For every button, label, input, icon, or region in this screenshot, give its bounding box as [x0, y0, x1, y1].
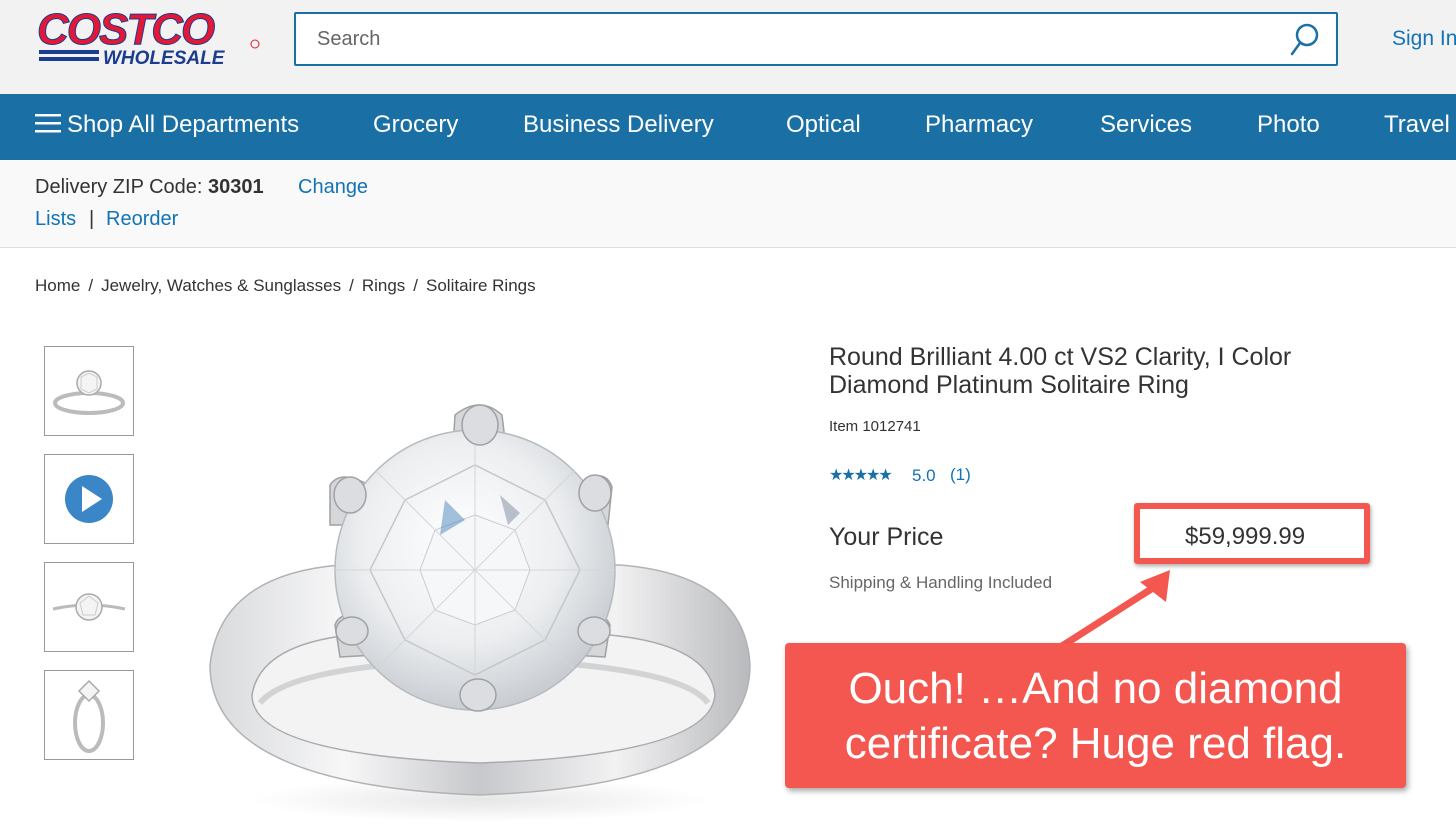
- ring-front-image: [53, 370, 125, 415]
- breadcrumb-rings[interactable]: Rings: [362, 276, 405, 295]
- breadcrumb-separator: /: [88, 276, 94, 295]
- nav-label: Shop All Departments: [67, 111, 300, 138]
- breadcrumb-separator: /: [413, 276, 419, 295]
- search-button[interactable]: [1288, 22, 1322, 58]
- callout-line-2: certificate? Huge red flag.: [844, 719, 1347, 768]
- nav-photo[interactable]: Photo: [1257, 111, 1320, 139]
- logo-costco-text: COSTCO: [37, 6, 215, 54]
- diamond-ring-image: [209, 404, 751, 822]
- product-title: Round Brilliant 4.00 ct VS2 Clarity, I C…: [829, 343, 1292, 399]
- breadcrumb-solitaire-rings[interactable]: Solitaire Rings: [426, 276, 536, 295]
- delivery-bar: Delivery ZIP Code: 30301 Change Lists | …: [0, 160, 1456, 248]
- nav-optical[interactable]: Optical: [786, 111, 861, 139]
- item-number: Item 1012741: [829, 418, 921, 435]
- play-icon: [65, 475, 113, 523]
- breadcrumb-home[interactable]: Home: [35, 276, 80, 295]
- ring-side-image: [73, 679, 105, 753]
- nav-pharmacy[interactable]: Pharmacy: [925, 111, 1033, 139]
- product-main-image[interactable]: [190, 395, 770, 830]
- change-zip-link[interactable]: Change: [298, 176, 368, 199]
- breadcrumb-separator: /: [349, 276, 354, 295]
- price-label: Your Price: [829, 523, 944, 551]
- breadcrumb: Home / Jewelry, Watches & Sunglasses / Rings…: [35, 276, 536, 296]
- shipping-note: Shipping & Handling Included: [829, 573, 1053, 592]
- rating-value: 5.0: [912, 466, 936, 485]
- hamburger-menu-icon: [35, 114, 61, 133]
- costco-logo[interactable]: COSTCO WHOLESALE: [35, 5, 263, 69]
- logo-wholesale-text: WHOLESALE: [103, 48, 226, 68]
- top-header: COSTCO WHOLESALE Sign In: [0, 0, 1456, 94]
- ring-top-thumbnail[interactable]: [44, 562, 134, 652]
- ring-top-image: [52, 593, 126, 621]
- rating-stars-icon[interactable]: ★★★★★: [829, 465, 893, 485]
- review-count-link[interactable]: (1): [950, 465, 971, 485]
- zip-value: 30301: [208, 176, 264, 198]
- video-play-thumbnail[interactable]: [44, 454, 134, 544]
- nav-grocery[interactable]: Grocery: [373, 111, 458, 139]
- ring-front-thumbnail[interactable]: [44, 346, 134, 436]
- nav-business-delivery[interactable]: Business Delivery: [523, 111, 714, 139]
- sign-in-link[interactable]: Sign In: [1392, 27, 1456, 51]
- search-bar: [294, 12, 1338, 66]
- zip-label: Delivery ZIP Code:: [35, 176, 203, 198]
- callout-line-1: Ouch! …And no diamond: [848, 664, 1343, 713]
- nav-shop-all-departments[interactable]: Shop All Departments: [35, 111, 299, 139]
- link-separator: |: [89, 208, 95, 230]
- breadcrumb-jewelry[interactable]: Jewelry, Watches & Sunglasses: [101, 276, 341, 295]
- reorder-link[interactable]: Reorder: [106, 208, 178, 231]
- main-nav: Shop All Departments Grocery Business De…: [0, 94, 1456, 160]
- lists-link[interactable]: Lists: [35, 208, 76, 231]
- nav-travel[interactable]: Travel: [1384, 111, 1450, 139]
- search-input[interactable]: [296, 14, 1256, 64]
- search-icon: [1290, 23, 1319, 56]
- annotation-callout: Ouch! …And no diamond certificate? Huge …: [785, 643, 1406, 788]
- nav-services[interactable]: Services: [1100, 111, 1192, 139]
- delivery-zip: Delivery ZIP Code: 30301: [35, 176, 264, 199]
- annotation-arrow-icon: [1060, 570, 1170, 649]
- price-highlight-box: [1134, 503, 1370, 564]
- ring-side-thumbnail[interactable]: [44, 670, 134, 760]
